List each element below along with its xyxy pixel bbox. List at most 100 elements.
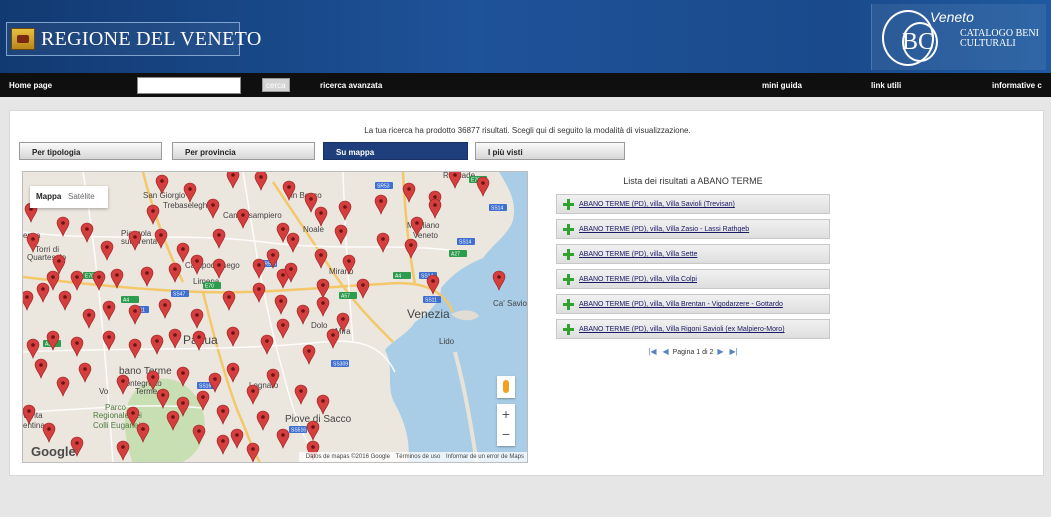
result-item[interactable]: ABANO TERME (PD), villa, Villa Sette [556,244,830,264]
nav-home-link[interactable]: Home page [9,81,52,90]
map-marker-dot [61,221,65,225]
catalog-logo[interactable]: BC Veneto Catalogo Beni Culturali [871,4,1046,70]
map-marker-dot [235,433,239,437]
map-type-satellite-button[interactable]: Satélite [68,192,95,201]
map-marker-dot [105,245,109,249]
map-marker-dot [299,389,303,393]
map-report-error-link[interactable]: Informar de un error de Maps [446,454,524,460]
catalog-title: Catalogo Beni Culturali [960,28,1039,49]
map-marker-dot [107,305,111,309]
result-link[interactable]: ABANO TERME (PD), villa, Villa Sette [579,251,697,258]
map-marker-dot [415,221,419,225]
catalog-monogram: BC [902,29,935,55]
map-place-label: Terme [135,387,158,396]
map-marker-dot [265,339,269,343]
map-marker-dot [301,309,305,313]
map-marker-dot [241,213,245,217]
plus-icon[interactable] [563,224,574,235]
map-marker-dot [25,295,29,299]
zoom-out-button[interactable]: − [497,424,515,444]
map-marker-dot [85,227,89,231]
result-item[interactable]: ABANO TERME (PD), villa, Villa Zasio - L… [556,219,830,239]
map-marker-dot [251,447,255,451]
region-logo[interactable]: REGIONE DEL VENETO [6,22,261,56]
nav-advanced-search-link[interactable]: ricerca avanzata [320,81,382,90]
tab-most-viewed[interactable]: I più visti [475,142,625,160]
pegman-icon[interactable] [497,376,515,398]
last-page-icon[interactable]: ▶| [730,347,738,356]
svg-text:SS14: SS14 [491,206,503,212]
plus-icon[interactable] [563,299,574,310]
first-page-icon[interactable]: |◀ [648,347,656,356]
svg-text:SS14: SS14 [459,240,471,246]
plus-icon[interactable] [563,249,574,260]
road-badge: SS309 [331,360,349,368]
zoom-in-button[interactable]: + [497,404,515,424]
road-badge: E70 [203,282,221,290]
map-marker-dot [211,203,215,207]
map-marker-dot [379,199,383,203]
map-marker-dot [221,409,225,413]
map-marker-dot [271,253,275,257]
result-link[interactable]: ABANO TERME (PD), villa, Villa Savioli (… [579,201,735,208]
result-link[interactable]: ABANO TERME (PD), villa, Villa Rigoni Sa… [579,326,785,333]
map-marker-dot [311,425,315,429]
map-place-label: Dolo [311,321,328,330]
svg-text:SS516: SS516 [291,428,306,434]
google-map[interactable]: RoncadeSan Giorgioin BoscoTrebaselegheCa… [22,171,528,463]
result-count-message: La tua ricerca ha prodotto 36877 risulta… [364,126,691,135]
tab-by-type[interactable]: Per tipologia [19,142,162,160]
plus-icon[interactable] [563,324,574,335]
map-place-label: Camposampiero [223,211,282,220]
result-link[interactable]: ABANO TERME (PD), villa, Villa Colpi [579,276,697,283]
map-marker-dot [133,343,137,347]
map-marker-dot [453,173,457,177]
map-marker-dot [231,331,235,335]
svg-text:SS309: SS309 [333,362,348,368]
road-badge: SS47 [171,290,189,298]
map-marker-dot [160,179,164,183]
map-marker-dot [121,379,125,383]
map-marker-dot [481,181,485,185]
nav-info-link[interactable]: informative c [992,81,1042,90]
search-input[interactable] [137,77,241,94]
next-page-icon[interactable]: ▶ [717,347,723,356]
search-button[interactable]: cerca [262,78,290,92]
road-badge: SS11 [423,296,441,304]
pagination: |◀ ◀ Pagina 1 di 2 ▶ ▶| [556,347,830,356]
site-title: REGIONE DEL VENETO [41,28,262,50]
tab-by-province[interactable]: Per provincia [172,142,315,160]
map-marker-dot [287,185,291,189]
map-marker-dot [159,233,163,237]
nav-links-link[interactable]: link utili [871,81,901,90]
road-badge: A4 [121,296,139,304]
tab-on-map[interactable]: Su mappa [323,142,468,160]
map-marker-dot [63,295,67,299]
nav-guide-link[interactable]: mini guida [762,81,802,90]
result-item[interactable]: ABANO TERME (PD), villa, Villa Savioli (… [556,194,830,214]
map-marker-dot [271,373,275,377]
result-item[interactable]: ABANO TERME (PD), villa, Villa Brentan -… [556,294,830,314]
prev-page-icon[interactable]: ◀ [662,347,668,356]
map-marker-dot [131,411,135,415]
svg-text:E70: E70 [205,284,214,290]
map-marker-dot [343,205,347,209]
map-canvas[interactable]: RoncadeSan Giorgioin BoscoTrebaselegheCa… [23,172,528,463]
map-marker-dot [39,363,43,367]
map-type-map-button[interactable]: Mappa [36,192,61,201]
result-link[interactable]: ABANO TERME (PD), villa, Villa Brentan -… [579,301,783,308]
map-marker-dot [197,335,201,339]
map-terms-link[interactable]: Términos de uso [396,454,441,460]
map-marker-dot [31,237,35,241]
result-link[interactable]: ABANO TERME (PD), villa, Villa Zasio - L… [579,226,749,233]
map-place-label: bano Terme [119,366,172,377]
map-marker-dot [188,187,192,191]
result-item[interactable]: ABANO TERME (PD), villa, Villa Colpi [556,269,830,289]
map-marker-dot [257,287,261,291]
plus-icon[interactable] [563,199,574,210]
result-item[interactable]: ABANO TERME (PD), villa, Villa Rigoni Sa… [556,319,830,339]
map-marker-dot [201,395,205,399]
plus-icon[interactable] [563,274,574,285]
map-type-control[interactable]: Mappa Satélite [30,186,108,208]
map-place-label: Trebaseleghe [163,201,212,210]
